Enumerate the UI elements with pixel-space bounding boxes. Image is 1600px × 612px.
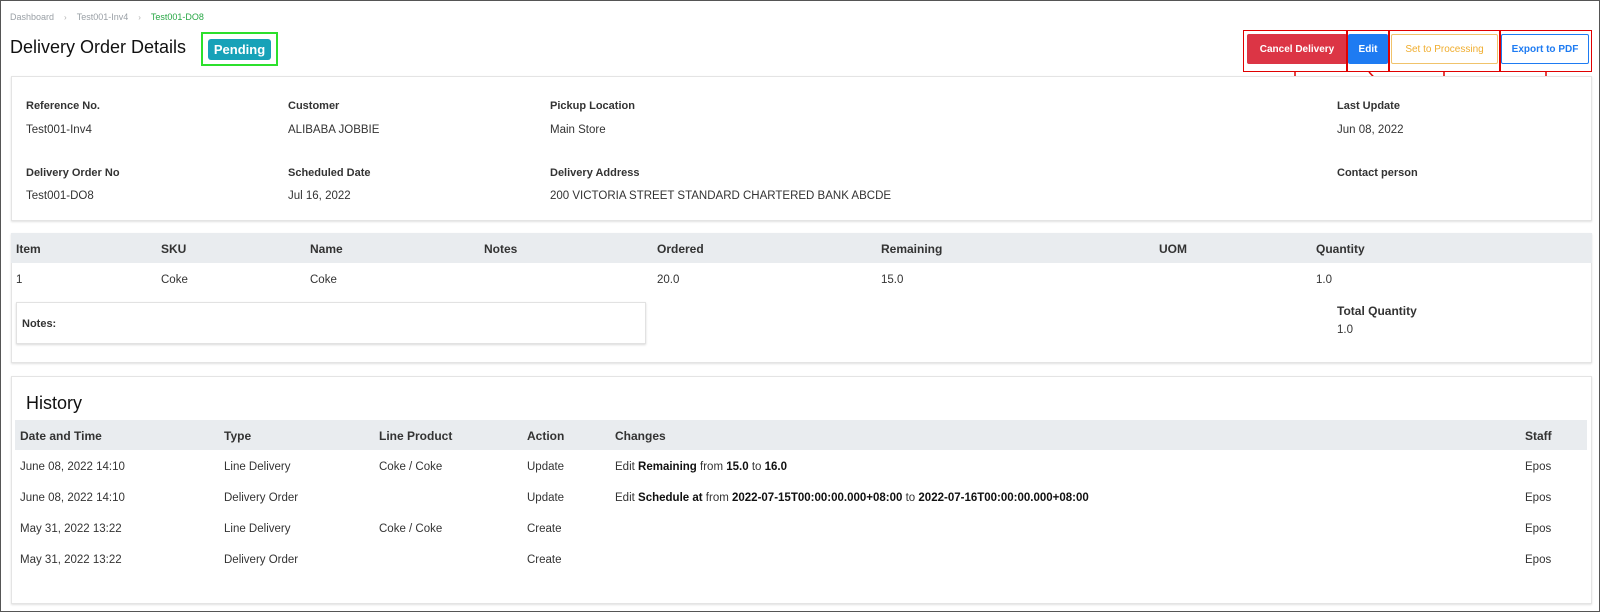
scheduled-date-label: Scheduled Date bbox=[288, 167, 371, 179]
last-update-value: Jun 08, 2022 bbox=[1337, 124, 1404, 136]
history-type: Line Delivery bbox=[224, 523, 291, 535]
history-type: Line Delivery bbox=[224, 461, 291, 473]
history-action: Create bbox=[527, 554, 562, 566]
pickup-label: Pickup Location bbox=[550, 100, 635, 112]
history-header-line-product: Line Product bbox=[379, 429, 453, 443]
delivery-order-value: Test001-DO8 bbox=[26, 190, 94, 202]
history-header-action: Action bbox=[527, 429, 565, 443]
remaining-cell: 15.0 bbox=[881, 274, 904, 286]
history-action: Update bbox=[527, 461, 565, 473]
name-cell: Coke bbox=[310, 274, 337, 286]
sku-cell: Coke bbox=[161, 274, 188, 286]
history-table-header: Date and Time Type Line Product Action C… bbox=[15, 420, 1587, 450]
notes-box bbox=[16, 302, 646, 344]
items-header-uom: UOM bbox=[1159, 242, 1187, 256]
quantity-cell: 1.0 bbox=[1316, 274, 1332, 286]
items-header-remaining: Remaining bbox=[881, 242, 943, 256]
delivery-address-label: Delivery Address bbox=[550, 167, 640, 179]
notes-label: Notes: bbox=[22, 318, 57, 330]
items-header-quantity: Quantity bbox=[1316, 242, 1365, 256]
history-date: May 31, 2022 13:22 bbox=[20, 554, 122, 566]
delivery-address-value: 200 VICTORIA STREET STANDARD CHARTERED B… bbox=[550, 190, 892, 202]
items-header-ordered: Ordered bbox=[657, 242, 704, 256]
history-date: June 08, 2022 14:10 bbox=[20, 461, 125, 473]
customer-value: ALIBABA JOBBIE bbox=[288, 124, 380, 136]
history-changes: Edit Schedule at from 2022-07-15T00:00:0… bbox=[615, 492, 1089, 504]
history-staff: Epos bbox=[1525, 554, 1552, 566]
history-type: Delivery Order bbox=[224, 492, 299, 504]
history-type: Delivery Order bbox=[224, 554, 299, 566]
items-header-sku: SKU bbox=[161, 242, 187, 256]
total-quantity-label: Total Quantity bbox=[1337, 304, 1417, 318]
reference-label: Reference No. bbox=[26, 100, 100, 112]
total-quantity-value: 1.0 bbox=[1337, 324, 1353, 336]
scheduled-date-value: Jul 16, 2022 bbox=[288, 190, 351, 202]
history-header-staff: Staff bbox=[1525, 429, 1552, 443]
customer-label: Customer bbox=[288, 100, 340, 112]
history-product: Coke / Coke bbox=[379, 523, 443, 535]
history-staff: Epos bbox=[1525, 461, 1552, 473]
history-header-changes: Changes bbox=[615, 429, 666, 443]
last-update-label: Last Update bbox=[1337, 100, 1400, 112]
history-date: May 31, 2022 13:22 bbox=[20, 523, 122, 535]
history-staff: Epos bbox=[1525, 492, 1552, 504]
history-action: Create bbox=[527, 523, 562, 535]
ordered-cell: 20.0 bbox=[657, 274, 680, 286]
history-product: Coke / Coke bbox=[379, 461, 443, 473]
contact-person-label: Contact person bbox=[1337, 167, 1418, 179]
history-changes: Edit Remaining from 15.0 to 16.0 bbox=[615, 461, 788, 473]
reference-value: Test001-Inv4 bbox=[26, 124, 92, 136]
pickup-value: Main Store bbox=[550, 124, 606, 136]
history-header-date: Date and Time bbox=[20, 429, 102, 443]
items-header-notes: Notes bbox=[484, 242, 518, 256]
items-header-item: Item bbox=[16, 242, 41, 256]
items-table-header: Item SKU Name Notes Ordered Remaining UO… bbox=[11, 233, 1592, 263]
history-action: Update bbox=[527, 492, 565, 504]
history-title: History bbox=[26, 393, 83, 413]
page-frame: Dashboard › Test001-Inv4 › Test001-DO8 D… bbox=[0, 0, 1600, 612]
history-staff: Epos bbox=[1525, 523, 1552, 535]
item-cell: 1 bbox=[16, 274, 23, 286]
history-card bbox=[11, 376, 1592, 604]
delivery-order-label: Delivery Order No bbox=[26, 167, 120, 179]
history-header-type: Type bbox=[224, 429, 252, 443]
history-date: June 08, 2022 14:10 bbox=[20, 492, 125, 504]
items-header-name: Name bbox=[310, 242, 343, 256]
